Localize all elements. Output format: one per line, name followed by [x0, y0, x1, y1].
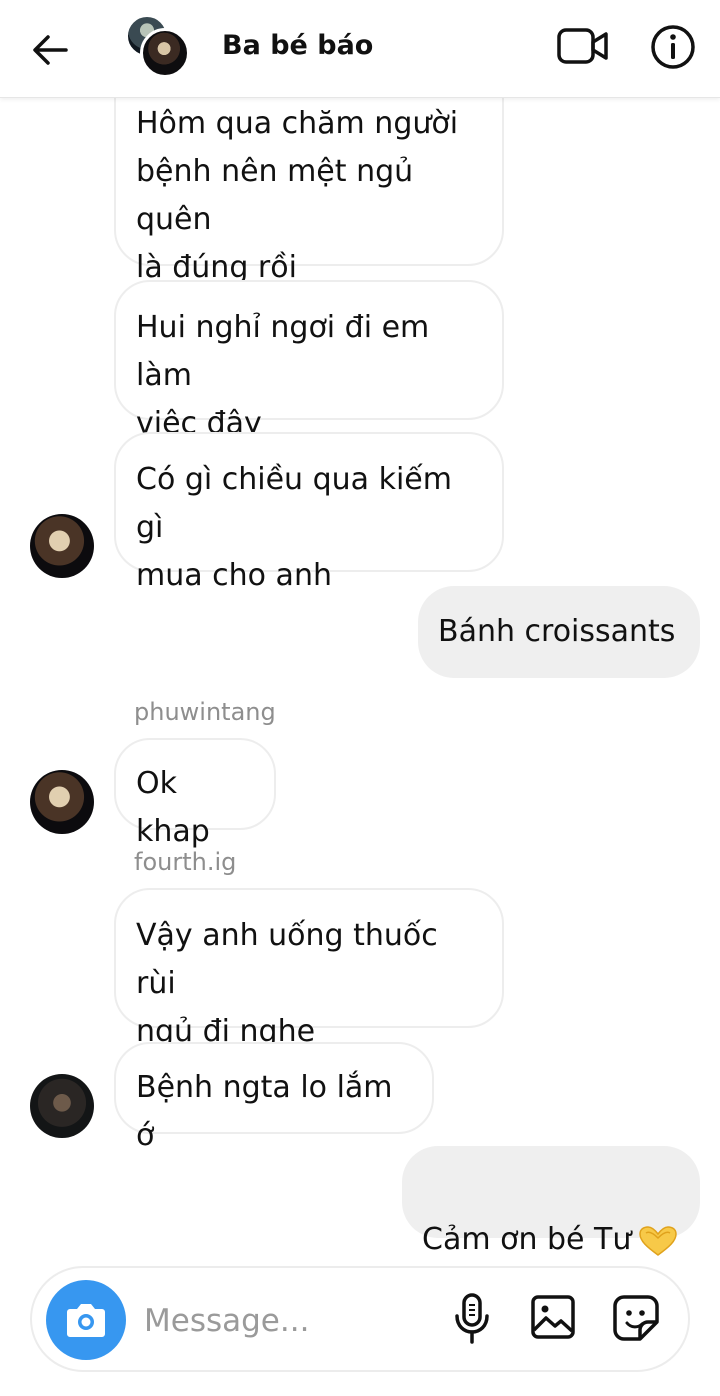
- message-text: Cảm ơn bé Tư: [422, 1222, 632, 1257]
- arrow-left-icon: [33, 35, 68, 65]
- avatar[interactable]: [30, 514, 94, 578]
- microphone-icon: [455, 1293, 489, 1344]
- heart-hands-emoji: [639, 1225, 678, 1256]
- message-bubble[interactable]: Bánh croissants: [418, 586, 700, 678]
- avatar: [140, 28, 190, 78]
- message-bubble[interactable]: Hui nghỉ ngơi đi em làm việc đây: [114, 280, 504, 441]
- camera-button[interactable]: [46, 1280, 126, 1360]
- image-icon: [531, 1295, 575, 1339]
- chat-header: Ba bé báo: [0, 0, 720, 98]
- chat-title[interactable]: Ba bé báo: [222, 30, 373, 61]
- message-input[interactable]: [144, 1296, 434, 1346]
- video-camera-icon: [557, 28, 608, 64]
- sticker-button[interactable]: [612, 1294, 660, 1342]
- camera-icon: [67, 1304, 105, 1337]
- info-icon: [651, 25, 695, 69]
- sender-name: fourth.ig: [134, 848, 237, 876]
- avatar[interactable]: [30, 770, 94, 834]
- message-bubble[interactable]: Ok khap: [114, 738, 276, 849]
- info-button[interactable]: [650, 24, 696, 70]
- message-bubble[interactable]: Bệnh ngta lo lắm ớ: [114, 1042, 434, 1153]
- group-avatar[interactable]: [124, 14, 190, 80]
- chat-screen: Ba bé báo Hôm qua chăm người bệnh nên mệ…: [0, 0, 720, 1396]
- gallery-button[interactable]: [530, 1294, 576, 1340]
- video-call-button[interactable]: [556, 24, 610, 68]
- sender-name: phuwintang: [134, 698, 276, 726]
- sticker-icon: [613, 1295, 659, 1341]
- message-bubble[interactable]: Hôm qua chăm người bệnh nên mệt ngủ quên…: [114, 74, 504, 285]
- message-bubble[interactable]: Có gì chiều qua kiếm gì mua cho anh: [114, 432, 504, 593]
- voice-message-button[interactable]: [452, 1292, 492, 1346]
- back-button[interactable]: [28, 28, 72, 72]
- message-bubble[interactable]: Vậy anh uống thuốc rùi ngủ đi nghe: [114, 888, 504, 1049]
- avatar[interactable]: [30, 1074, 94, 1138]
- message-composer: [30, 1266, 690, 1372]
- message-bubble[interactable]: Cảm ơn bé Tư: [402, 1146, 700, 1257]
